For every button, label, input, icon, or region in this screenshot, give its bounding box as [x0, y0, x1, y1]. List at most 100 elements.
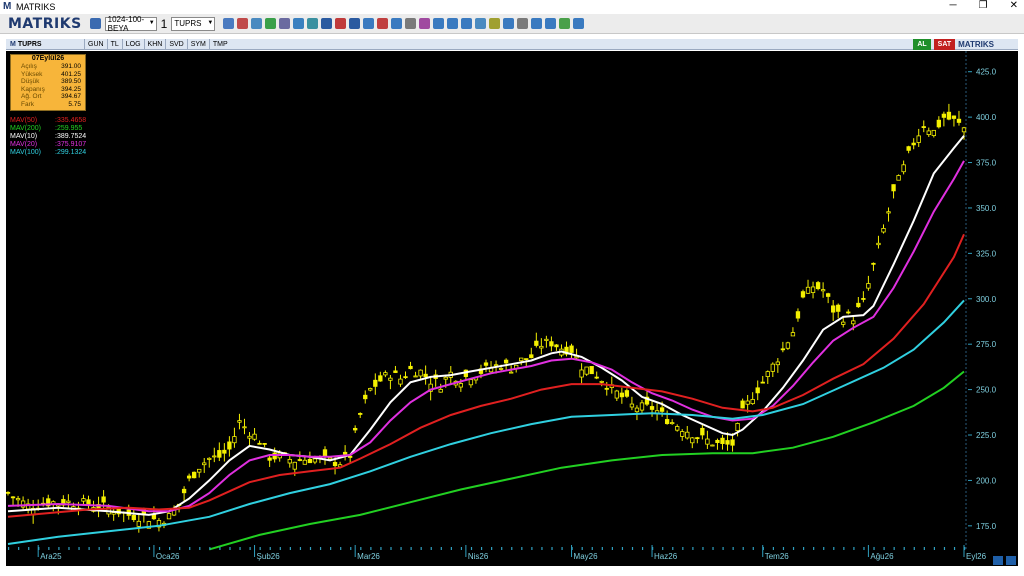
candle-body — [961, 127, 967, 133]
x-tick — [360, 547, 362, 550]
tab-log[interactable]: LOG — [121, 38, 144, 50]
mav-lines — [7, 135, 965, 551]
candle-body — [307, 458, 313, 464]
x-tick — [883, 547, 885, 550]
y-tick-label: 175.0 — [976, 522, 997, 531]
list-icon[interactable] — [293, 18, 305, 29]
x-tick-label: Şub26 — [257, 552, 281, 561]
candle-body — [388, 377, 393, 381]
candle-body — [836, 304, 841, 312]
globe-icon[interactable] — [265, 18, 277, 29]
candle-body — [342, 451, 348, 455]
copy-icon[interactable] — [461, 18, 473, 29]
candle-body — [675, 426, 680, 431]
x-tick — [792, 547, 795, 550]
x-tick — [631, 547, 634, 550]
clock-icon[interactable] — [279, 18, 291, 29]
close-button[interactable]: ✕ — [1010, 0, 1018, 11]
sell-button[interactable]: SAT — [933, 39, 956, 50]
infobox-row: Düşük 389.50 — [21, 78, 81, 86]
search-icon[interactable] — [475, 18, 487, 29]
tab-sym[interactable]: SYM — [186, 38, 209, 50]
news-icon[interactable] — [377, 18, 389, 29]
candle-body — [287, 458, 292, 464]
x-tick — [893, 547, 895, 550]
chat-icon[interactable] — [559, 18, 571, 29]
candle-body — [186, 475, 192, 479]
x-tick — [712, 547, 714, 550]
twitter-icon[interactable] — [489, 18, 501, 29]
scroll-right-button[interactable] — [1006, 556, 1016, 565]
window-icon[interactable] — [517, 18, 529, 29]
candle-body — [242, 426, 247, 429]
bold-icon[interactable] — [321, 18, 333, 29]
series-line — [7, 160, 965, 513]
candle-body — [297, 459, 302, 461]
alarm-icon[interactable] — [531, 18, 543, 29]
candle-body — [765, 371, 770, 377]
save-icon[interactable] — [89, 18, 101, 29]
user-icon[interactable] — [573, 18, 585, 29]
x-tick — [953, 547, 956, 550]
email-icon[interactable] — [391, 18, 403, 29]
candle-body — [785, 342, 791, 349]
x-tick-label: Oca26 — [156, 552, 180, 561]
refresh-icon[interactable] — [363, 18, 375, 29]
x-tick — [229, 547, 231, 550]
app-logo-icon: M — [3, 1, 12, 12]
x-tick-label: Ara25 — [40, 552, 62, 561]
font-icon[interactable] — [335, 18, 347, 29]
tab-tl[interactable]: TL — [106, 38, 122, 50]
symbol-combo[interactable]: TUPRS ▼ — [171, 16, 216, 31]
candle-body — [931, 129, 936, 136]
underline-icon[interactable] — [349, 18, 361, 29]
candle-body — [720, 437, 725, 444]
x-tick — [551, 547, 553, 550]
phone-icon[interactable] — [503, 18, 515, 29]
candle-body — [896, 175, 901, 181]
tab-gun[interactable]: GUN — [84, 38, 107, 50]
candle-body — [508, 371, 514, 374]
grid-icon[interactable] — [433, 18, 445, 29]
x-tick — [370, 547, 372, 550]
candle-body — [403, 376, 408, 379]
buy-button[interactable]: AL — [913, 39, 931, 50]
draw-line-icon[interactable] — [237, 18, 249, 29]
candle-body — [584, 366, 589, 375]
table-icon[interactable] — [307, 18, 319, 29]
minimize-button[interactable]: ─ — [950, 0, 957, 11]
y-tick-label: 250.0 — [976, 386, 997, 395]
ohlc-infobox: 07Eylül26 Açılış 391.00 Yüksek 401.25 Düşü… — [10, 54, 86, 111]
zoom-icon[interactable] — [223, 18, 235, 29]
x-tick — [239, 547, 241, 550]
calculator-icon[interactable] — [545, 18, 557, 29]
chart-area[interactable]: 425.0 400.0 375.0 350.0 325.0 300.0 275.0 250.0… — [5, 51, 1018, 566]
document-icon[interactable] — [447, 18, 459, 29]
x-tick — [350, 547, 352, 550]
tab-khn[interactable]: KHN — [143, 38, 166, 50]
candle-body — [232, 436, 237, 444]
toolbar-icons — [223, 18, 585, 29]
candle-body — [353, 427, 358, 431]
restore-button[interactable]: ❐ — [979, 0, 988, 11]
x-tick — [601, 547, 603, 550]
infobox-row: Ağ. Ort 394.67 — [21, 93, 81, 101]
x-tick — [823, 547, 825, 550]
y-tick-label: 200.0 — [976, 476, 997, 485]
candle-body — [705, 438, 710, 445]
scroll-left-button[interactable] — [993, 556, 1003, 565]
candle-body — [906, 146, 911, 151]
bar-chart-icon[interactable] — [251, 18, 263, 29]
template-combo[interactable]: 1024-100-BEYA ▼ — [104, 15, 157, 33]
price-chart[interactable]: 425.0 400.0 375.0 350.0 325.0 300.0 275.0 250.0… — [5, 51, 1018, 566]
formula-icon[interactable] — [419, 18, 431, 29]
x-tick — [531, 547, 533, 550]
candle-body — [891, 184, 896, 192]
line-chart-icon[interactable] — [405, 18, 417, 29]
candle-body — [659, 407, 665, 412]
candle-body — [539, 345, 544, 349]
candle-body — [936, 119, 942, 128]
tab-tmp[interactable]: TMP — [208, 38, 231, 50]
candle-body — [760, 381, 765, 384]
tab-svd[interactable]: SVD — [165, 38, 186, 50]
